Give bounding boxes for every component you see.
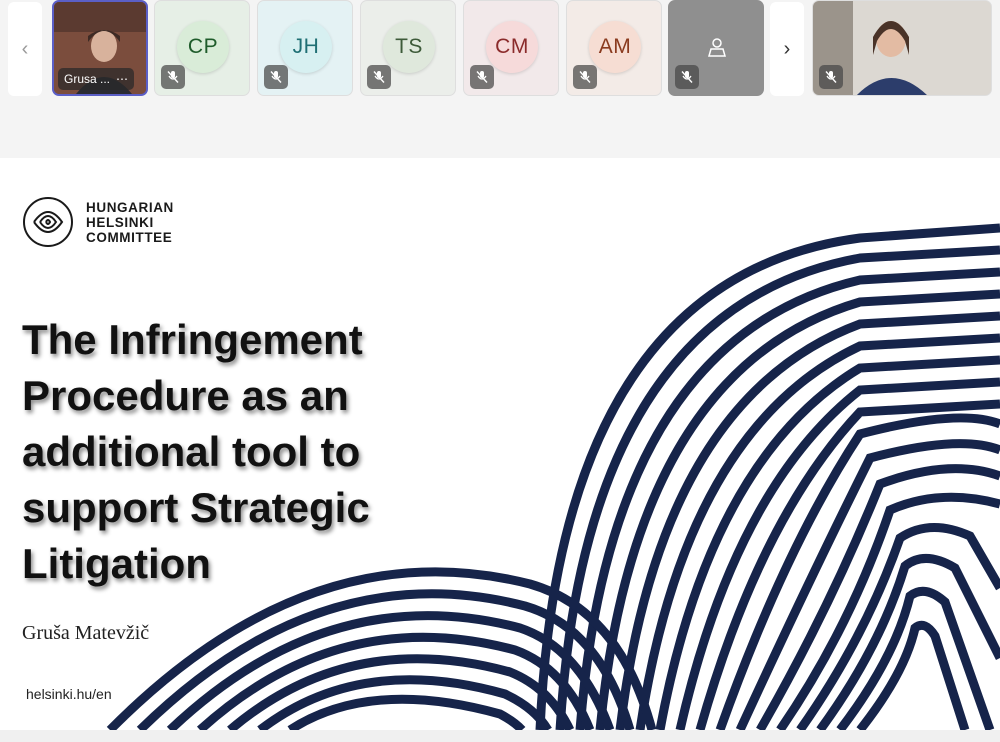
participant-tile-jh[interactable]: JH [257,0,353,96]
organization-logo: HUNGARIAN HELSINKI COMMITTEE [20,194,174,250]
participant-name-tag: Grusa ... ⋯ [58,68,135,90]
mic-off-icon [367,65,391,89]
avatar: TS [383,21,435,73]
previous-participants-button[interactable]: ‹ [8,2,42,96]
slide-url: helsinki.hu/en [26,686,112,702]
mic-off-icon [470,65,494,89]
bottom-bar [0,730,1000,742]
mic-off-icon [573,65,597,89]
person-placeholder-icon [708,38,726,57]
participant-name: Grusa ... [64,72,111,86]
participant-strip: ‹ Grusa ... ⋯ CP JH TS CM AM › [0,0,1000,100]
chevron-right-icon: › [783,37,791,60]
next-participants-button[interactable]: › [770,2,804,96]
shared-slide: HUNGARIAN HELSINKI COMMITTEE The Infring… [0,158,1000,730]
mic-off-icon [675,65,699,89]
participant-tile-guest[interactable] [668,0,764,96]
more-options-icon[interactable]: ⋯ [116,68,128,90]
participant-tile-cm[interactable]: CM [463,0,559,96]
avatar: CM [486,21,538,73]
participant-tile-grusa[interactable]: Grusa ... ⋯ [52,0,148,96]
chevron-left-icon: ‹ [21,37,29,60]
avatar: JH [280,21,332,73]
helsinki-committee-logo-icon [23,197,73,247]
mic-off-icon [264,65,288,89]
self-view-tile[interactable] [812,0,992,96]
participant-tile-ts[interactable]: TS [360,0,456,96]
participant-tile-am[interactable]: AM [566,0,662,96]
slide-title: The Infringement Procedure as an additio… [22,316,370,587]
slide-author: Gruša Matevžič [22,622,150,644]
mic-off-icon [819,65,843,89]
avatar: CP [177,21,229,73]
avatar: AM [589,21,641,73]
organization-name: HUNGARIAN HELSINKI COMMITTEE [86,199,174,245]
participant-tile-cp[interactable]: CP [154,0,250,96]
mic-off-icon [161,65,185,89]
